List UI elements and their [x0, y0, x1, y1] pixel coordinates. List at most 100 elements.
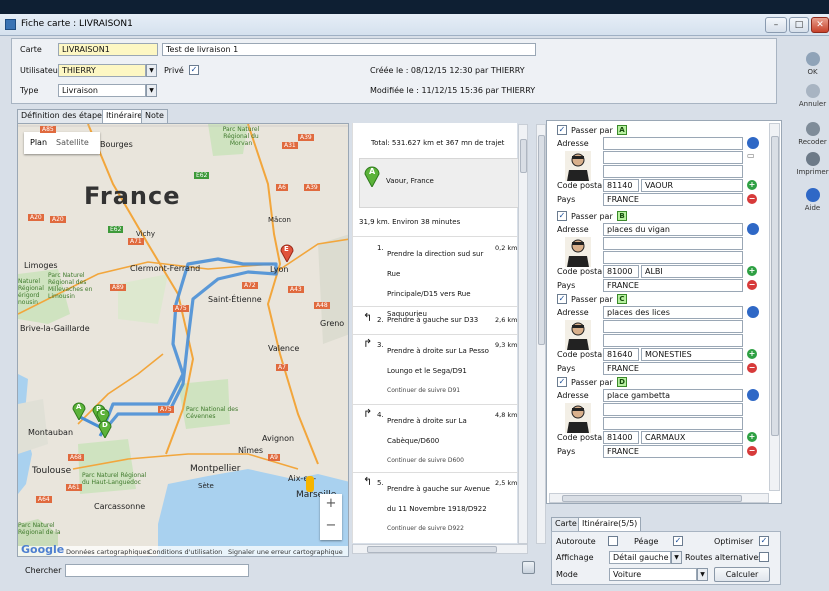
cp-field[interactable]: 81000 [603, 265, 639, 278]
adresse-line3[interactable] [603, 251, 743, 264]
tab-itineraire-count[interactable]: Itinéraire(5/5) [578, 517, 642, 532]
map-report-link[interactable]: Signaler une erreur cartographique [228, 548, 343, 556]
adresse-line3[interactable] [603, 417, 743, 430]
cp-field[interactable]: 81640 [603, 348, 639, 361]
outer-scrollbar[interactable] [536, 124, 546, 544]
imprimer-button[interactable]: Imprimer [796, 152, 829, 176]
passer-checkbox[interactable]: ✓ [557, 377, 567, 387]
zoom-out-button[interactable]: − [320, 518, 342, 533]
adresse-line2[interactable] [603, 320, 743, 333]
map-data-link[interactable]: Données cartographiques [66, 548, 150, 556]
direction-step[interactable]: ↰ 2. Prendre à gauche sur D33 2,6 km [353, 306, 518, 334]
directions-hscrollbar[interactable] [352, 544, 528, 554]
maximize-button[interactable]: □ [789, 17, 809, 33]
autoroute-checkbox[interactable] [608, 536, 618, 546]
optimiser-checkbox[interactable]: ✓ [759, 536, 769, 546]
ville-field[interactable]: ALBI [641, 265, 743, 278]
tab-definition[interactable]: Définition des étapes [17, 109, 111, 123]
pays-field[interactable]: FRANCE [603, 362, 743, 375]
adresse-line2[interactable] [603, 151, 743, 164]
type-field[interactable]: Livraison [58, 84, 146, 97]
adresse-field[interactable]: places des lices [603, 306, 743, 319]
recoder-button[interactable]: Recoder [796, 122, 829, 146]
geocode-icon[interactable] [747, 137, 759, 149]
adresse-line2[interactable] [603, 403, 743, 416]
add-stop-icon[interactable]: + [747, 349, 757, 359]
map-pin-d[interactable]: D [98, 418, 112, 440]
tab-note[interactable]: Note [141, 109, 168, 123]
description-field[interactable]: Test de livraison 1 [162, 43, 536, 56]
mode-dropdown-icon[interactable]: ▼ [697, 568, 708, 581]
map-view[interactable]: Plan Satellite France Bourges Limoges Vi… [17, 123, 349, 557]
routes-alt-checkbox[interactable] [759, 552, 769, 562]
directions-scrollbar[interactable] [518, 124, 528, 544]
remove-stop-icon[interactable]: − [747, 363, 757, 373]
adresse-line3[interactable] [603, 165, 743, 178]
ville-field[interactable]: MONESTIES [641, 348, 743, 361]
tab-itineraire[interactable]: Itinéraire [102, 109, 147, 124]
affichage-dropdown-icon[interactable]: ▼ [671, 551, 682, 564]
remove-stop-icon[interactable]: − [747, 446, 757, 456]
adresse-field[interactable]: places du vigan [603, 223, 743, 236]
passer-checkbox[interactable]: ✓ [557, 125, 567, 135]
ok-button[interactable]: OK [796, 52, 829, 76]
add-stop-icon[interactable]: + [747, 180, 757, 190]
user-field[interactable]: THIERRY [58, 64, 146, 77]
map-pin-a[interactable]: A [72, 400, 86, 422]
scroll-thumb[interactable] [771, 136, 779, 436]
annuler-button[interactable]: Annuler [796, 84, 829, 108]
copy-icon[interactable]: ▭ [747, 151, 755, 160]
remove-stop-icon[interactable]: − [747, 194, 757, 204]
scroll-thumb[interactable] [367, 546, 497, 553]
close-button[interactable]: ✕ [811, 17, 829, 33]
passer-checkbox[interactable]: ✓ [557, 294, 567, 304]
direction-step[interactable]: ↱ 4. Prendre à droite sur La Cabèque/D60… [353, 404, 518, 472]
direction-step[interactable]: 1. Prendre la direction sud sur Rue Prin… [353, 236, 518, 318]
direction-step[interactable]: ↰ 5. Prendre à gauche sur Avenue du 11 N… [353, 472, 518, 542]
map-pin-e[interactable]: E [280, 242, 294, 264]
geocode-icon[interactable] [747, 389, 759, 401]
stops-hscrollbar[interactable] [549, 493, 769, 503]
window-title: Fiche carte : LIVRAISON1 [21, 19, 133, 29]
zoom-in-button[interactable]: + [320, 496, 342, 511]
user-dropdown-icon[interactable]: ▼ [146, 64, 157, 77]
add-stop-icon[interactable]: + [747, 432, 757, 442]
adresse-line3[interactable] [603, 334, 743, 347]
pays-field[interactable]: FRANCE [603, 193, 743, 206]
geocode-icon[interactable] [747, 306, 759, 318]
pays-field[interactable]: FRANCE [603, 279, 743, 292]
calculer-button[interactable]: Calculer [714, 567, 770, 582]
prive-checkbox[interactable]: ✓ [189, 65, 199, 75]
cp-field[interactable]: 81400 [603, 431, 639, 444]
refresh-map-icon[interactable] [522, 561, 535, 574]
passer-checkbox[interactable]: ✓ [557, 211, 567, 221]
add-stop-icon[interactable]: + [747, 266, 757, 276]
direction-step[interactable]: ↱ 3. Prendre à droite sur La Pesso Loung… [353, 334, 518, 404]
geocode-icon[interactable] [747, 223, 759, 235]
mode-select[interactable]: Voiture [609, 568, 697, 581]
map-terms-link[interactable]: Conditions d'utilisation [148, 548, 222, 556]
map-plan-button[interactable]: Plan [30, 138, 47, 147]
adresse-field[interactable]: place gambetta [603, 389, 743, 402]
search-input[interactable] [65, 564, 249, 577]
ville-field[interactable]: VAOUR [641, 179, 743, 192]
adresse-field[interactable] [603, 137, 743, 150]
cp-field[interactable]: 81140 [603, 179, 639, 192]
scroll-thumb[interactable] [562, 495, 742, 502]
pays-field[interactable]: FRANCE [603, 445, 743, 458]
carte-field[interactable]: LIVRAISON1 [58, 43, 158, 56]
aide-button[interactable]: Aide [796, 188, 829, 212]
stops-scrollbar[interactable] [769, 123, 780, 491]
ville-field[interactable]: CARMAUX [641, 431, 743, 444]
affichage-select[interactable]: Détail gauche [609, 551, 671, 564]
scroll-thumb[interactable] [520, 139, 527, 173]
pegman-icon[interactable] [306, 476, 314, 492]
adresse-line2[interactable] [603, 237, 743, 250]
scroll-thumb[interactable] [538, 135, 545, 345]
peage-checkbox[interactable]: ✓ [673, 536, 683, 546]
tab-carte[interactable]: Carte [551, 517, 581, 531]
map-satellite-button[interactable]: Satellite [56, 138, 89, 147]
minimize-button[interactable]: – [765, 17, 787, 33]
remove-stop-icon[interactable]: − [747, 280, 757, 290]
type-dropdown-icon[interactable]: ▼ [146, 84, 157, 97]
